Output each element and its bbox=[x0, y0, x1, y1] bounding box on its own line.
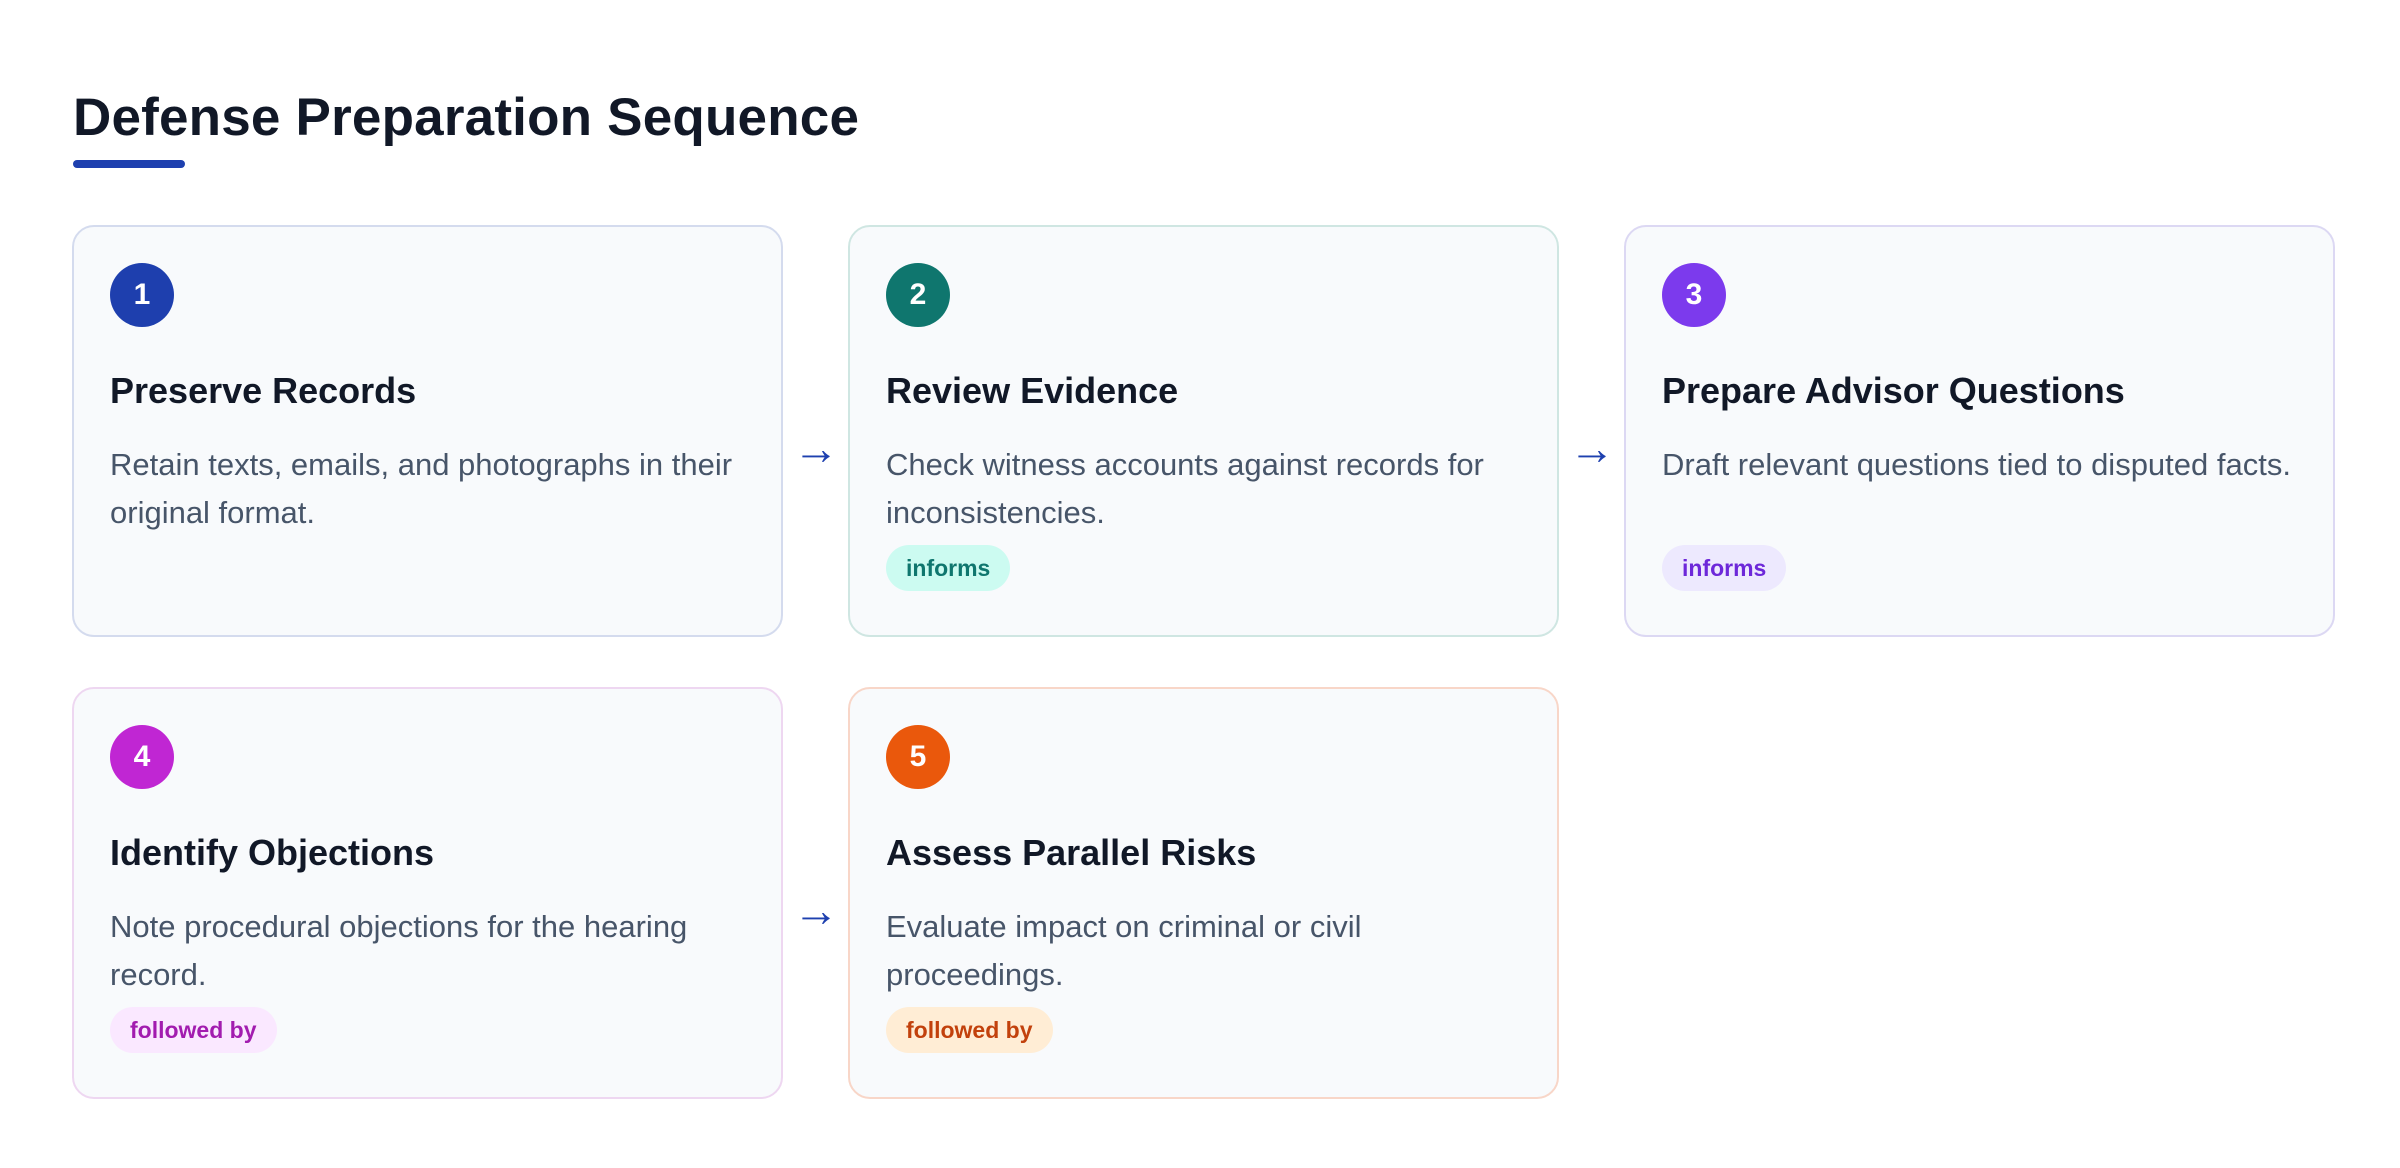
page-title: Defense Preparation Sequence bbox=[73, 88, 860, 147]
title-underline bbox=[73, 160, 185, 168]
right-arrow-icon: → bbox=[793, 884, 839, 936]
step-description: Draft relevant questions tied to dispute… bbox=[1662, 447, 2291, 482]
relation-tag: informs bbox=[886, 545, 1011, 591]
step-card-preserve-records: 1 Preserve Records Retain texts, emails,… bbox=[72, 225, 783, 637]
relation-tag: followed by bbox=[886, 1007, 1053, 1053]
step-number-badge: 1 bbox=[110, 263, 174, 327]
step-description: Retain texts, emails, and photographs in… bbox=[110, 447, 733, 530]
step-number-badge: 3 bbox=[1662, 263, 1726, 327]
step-title: Prepare Advisor Questions bbox=[1662, 370, 2125, 411]
step-title: Identify Objections bbox=[110, 832, 435, 873]
step-description: Check witness accounts against records f… bbox=[886, 447, 1484, 530]
relation-tag: informs bbox=[1662, 545, 1787, 591]
step-title: Assess Parallel Risks bbox=[886, 832, 1257, 873]
step-number-badge: 5 bbox=[886, 725, 950, 789]
step-card-review-evidence: 2 Review Evidence Check witness accounts… bbox=[848, 225, 1559, 637]
step-description: Note procedural objections for the heari… bbox=[110, 909, 688, 992]
step-card-prepare-advisor-questions: 3 Prepare Advisor Questions Draft releva… bbox=[1624, 225, 2335, 637]
step-card-assess-parallel-risks: 5 Assess Parallel Risks Evaluate impact … bbox=[848, 687, 1559, 1099]
right-arrow-icon: → bbox=[1569, 422, 1615, 474]
step-title: Review Evidence bbox=[886, 370, 1179, 411]
step-number-badge: 2 bbox=[886, 263, 950, 327]
step-card-identify-objections: 4 Identify Objections Note procedural ob… bbox=[72, 687, 783, 1099]
right-arrow-icon: → bbox=[793, 422, 839, 474]
step-description: Evaluate impact on criminal or civil pro… bbox=[886, 909, 1362, 992]
step-number-badge: 4 bbox=[110, 725, 174, 789]
step-title: Preserve Records bbox=[110, 370, 417, 411]
relation-tag: followed by bbox=[110, 1007, 277, 1053]
